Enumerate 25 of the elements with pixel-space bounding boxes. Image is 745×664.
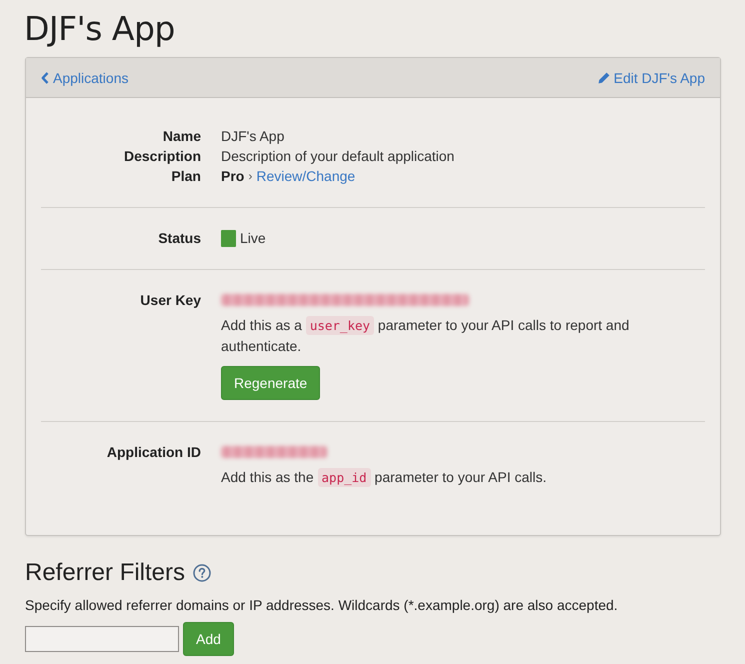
field-label: Status xyxy=(158,229,201,248)
field-label: Description xyxy=(124,147,201,166)
help-icon[interactable] xyxy=(193,564,212,582)
review-change-link[interactable]: Review/Change xyxy=(256,166,356,186)
help-text: Add this as the app_id parameter to your API calls. xyxy=(221,467,548,488)
description-text: Specify allowed referrer domains or IP addresses. Wildcards (*.example.org) are also accepted. xyxy=(25,596,618,615)
add-button[interactable]: Add xyxy=(183,622,234,656)
field-value: Description of your default application xyxy=(221,147,454,166)
chevron-left-icon xyxy=(41,72,49,84)
referrer-input-field[interactable] xyxy=(25,626,179,652)
field-value: DJF's App xyxy=(221,127,284,146)
separator-text: › xyxy=(248,168,252,185)
field-label: Name xyxy=(162,127,201,146)
regenerate-button[interactable]: Regenerate xyxy=(221,366,320,400)
section-heading: Referrer Filters xyxy=(25,558,186,588)
field-label: User Key xyxy=(140,291,201,310)
pencil-icon xyxy=(598,72,610,84)
edit-app-link[interactable]: Edit DJF's App xyxy=(598,70,705,86)
applications-back-link[interactable]: Applications xyxy=(41,70,128,86)
status-value: Live xyxy=(240,229,266,248)
help-text: Add this as a user_key parameter to your API calls to report and authenticate. xyxy=(221,315,630,356)
field-label: Plan xyxy=(171,167,201,186)
page-title: DJF's App xyxy=(24,8,175,50)
plan-name: Pro xyxy=(221,167,244,186)
field-label: Application ID xyxy=(106,443,201,462)
